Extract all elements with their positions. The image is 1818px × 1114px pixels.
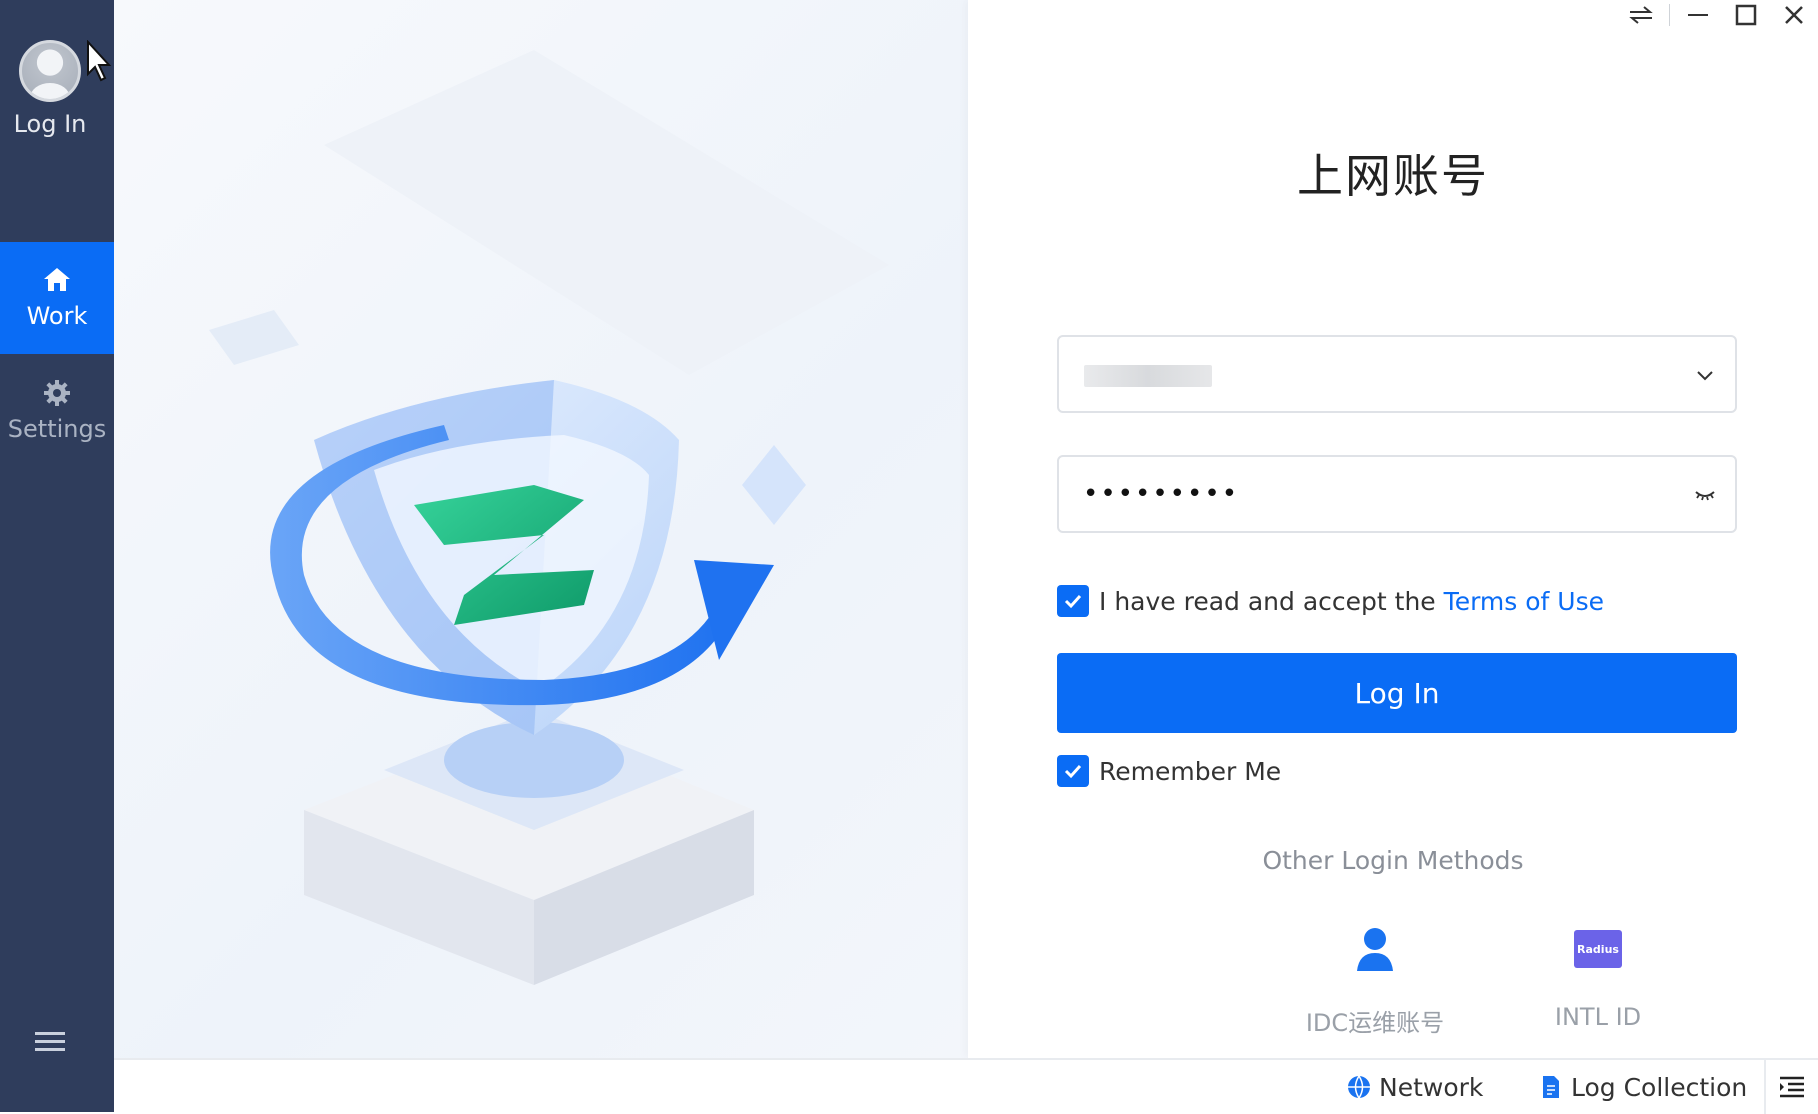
network-label: Network <box>1379 1072 1484 1102</box>
password-field[interactable]: ••••••••• <box>1057 455 1737 533</box>
sidebar-item-label: Settings <box>7 415 107 443</box>
remember-label[interactable]: Remember Me <box>1099 757 1281 786</box>
check-icon <box>1064 594 1082 609</box>
list-indent-icon[interactable] <box>1764 1060 1818 1114</box>
check-icon <box>1064 764 1082 779</box>
log-collection-label: Log Collection <box>1571 1072 1748 1102</box>
eye-closed-icon[interactable] <box>1693 483 1717 507</box>
avatar[interactable] <box>19 40 81 102</box>
password-dots: ••••••••• <box>1083 479 1240 509</box>
method-label: INTL ID <box>1554 1003 1642 1031</box>
maximize-icon[interactable] <box>1722 0 1770 30</box>
method-intl-id[interactable]: Radius INTL ID <box>1508 925 1688 1031</box>
divider <box>1669 4 1670 26</box>
sidebar-item-settings[interactable]: Settings <box>0 355 114 467</box>
chevron-down-icon[interactable] <box>1693 363 1717 387</box>
profile-login[interactable]: Log In <box>0 30 100 138</box>
account-value-redacted <box>1084 365 1212 387</box>
swap-icon[interactable] <box>1617 0 1665 30</box>
network-button[interactable]: Network <box>1347 1060 1483 1114</box>
terms-row: I have read and accept the Terms of Use <box>1057 585 1604 617</box>
window-controls <box>1617 0 1818 30</box>
method-idc-account[interactable]: IDC运维账号 <box>1285 925 1465 1038</box>
login-panel: 上网账号 ••••••••• I have read and accept th… <box>968 0 1818 1058</box>
sidebar-item-label: Work <box>26 302 88 330</box>
radius-icon[interactable]: Radius <box>1574 925 1622 973</box>
method-label: IDC运维账号 <box>1305 1009 1445 1037</box>
hero-illustration <box>114 0 968 1058</box>
profile-label[interactable]: Log In <box>0 110 100 138</box>
minimize-icon[interactable] <box>1674 0 1722 30</box>
shield-illustration <box>209 50 889 985</box>
home-icon <box>44 268 70 291</box>
document-icon <box>1543 1076 1559 1098</box>
globe-icon <box>1348 1075 1370 1099</box>
mouse-cursor-icon <box>87 40 112 82</box>
close-icon[interactable] <box>1770 0 1818 30</box>
log-collection-button[interactable]: Log Collection <box>1539 1060 1747 1114</box>
page-title: 上网账号 <box>1297 149 1489 203</box>
sidebar: Log In Work Settings <box>0 0 114 1112</box>
hamburger-icon[interactable] <box>35 1027 65 1057</box>
account-select[interactable] <box>1057 335 1737 413</box>
gear-icon <box>44 380 70 406</box>
other-methods-title: Other Login Methods <box>1262 846 1524 875</box>
user-icon[interactable] <box>1351 925 1399 973</box>
status-bar: Network Log Collection <box>114 1058 1818 1114</box>
terms-text: I have read and accept the <box>1099 586 1436 616</box>
login-button[interactable]: Log In <box>1057 653 1737 733</box>
remember-row: Remember Me <box>1057 755 1281 787</box>
radius-badge: Radius <box>1574 930 1622 968</box>
terms-link[interactable]: Terms of Use <box>1444 587 1604 616</box>
remember-checkbox[interactable] <box>1057 755 1089 787</box>
terms-checkbox[interactable] <box>1057 585 1089 617</box>
sidebar-item-work[interactable]: Work <box>0 242 114 354</box>
